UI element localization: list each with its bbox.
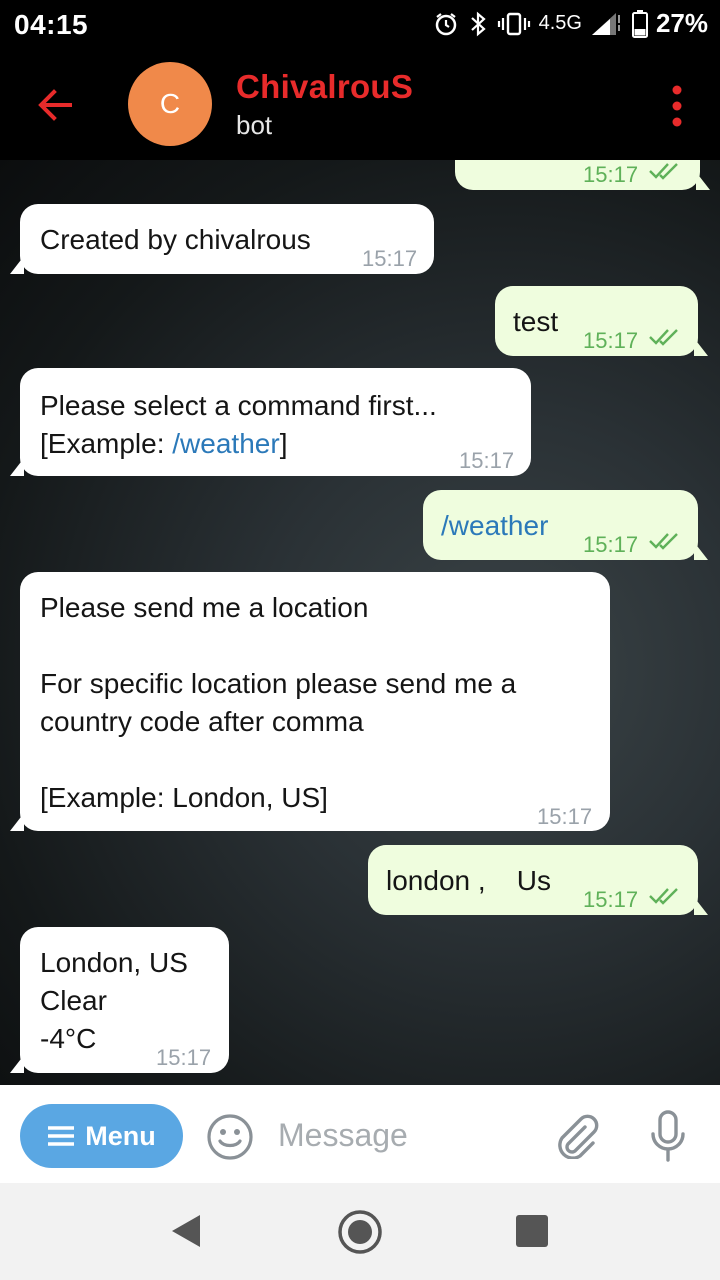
command-link[interactable]: /weather [172, 428, 279, 459]
message-time: 15:17 [537, 804, 593, 829]
message-text-line: London, US [40, 947, 188, 978]
message-text[interactable]: /weather [441, 507, 548, 545]
message-outgoing[interactable]: test 15:17 [495, 286, 708, 356]
battery-percent: 27% [655, 8, 708, 38]
message-time: 15:17 [583, 532, 639, 557]
nav-home-icon[interactable] [337, 1209, 383, 1255]
system-nav-bar [0, 1183, 720, 1280]
hamburger-icon [48, 1126, 75, 1146]
message-outgoing[interactable]: /about 15:17 [455, 160, 710, 190]
message-input-bar: Menu [0, 1085, 720, 1183]
message-text-line: [Example: London, US] [40, 782, 328, 813]
read-ticks-icon [649, 888, 678, 905]
message-incoming[interactable]: London, US Clear -4°C 15:17 [10, 927, 229, 1073]
nav-back-icon[interactable] [170, 1213, 202, 1249]
more-options-button[interactable] [670, 84, 684, 128]
message-text-line: country code after comma [40, 706, 364, 737]
message-input[interactable] [278, 1109, 538, 1161]
attach-button[interactable] [553, 1113, 599, 1160]
chat-title[interactable]: ChivalrouS [236, 68, 413, 106]
bot-menu-button[interactable]: Menu [20, 1104, 183, 1168]
message-text-part: ] [279, 428, 288, 459]
back-arrow-icon [38, 89, 72, 121]
message-time: 15:17 [156, 1045, 212, 1070]
voice-record-button[interactable] [648, 1109, 688, 1165]
message-text: Created by chivalrous [40, 224, 311, 255]
status-icons: 4.5G 27% [433, 8, 708, 39]
message-text-line: Please select a command first... [40, 390, 437, 421]
message-text-line: [Example: /weather] [40, 425, 287, 463]
message-text: london , Us [386, 865, 551, 896]
message-text-line: Please send me a location [40, 592, 369, 623]
vibrate-icon [497, 11, 531, 37]
status-bar: 04:15 4.5G 27% [0, 0, 720, 50]
signal-icon [590, 11, 624, 37]
bluetooth-icon [467, 11, 489, 37]
avatar[interactable]: C [128, 62, 212, 146]
chat-subtitle: bot [236, 110, 273, 140]
emoji-icon [207, 1114, 253, 1160]
message-time: 15:17 [583, 887, 639, 912]
alarm-icon [433, 11, 459, 37]
chat-messages[interactable]: /about 15:17 Created by chivalrous 15:17… [0, 160, 720, 1085]
message-text: test [513, 306, 559, 337]
nav-recents-icon[interactable] [516, 1215, 548, 1247]
message-time: 15:17 [583, 328, 639, 353]
microphone-icon [651, 1110, 685, 1162]
battery-icon [631, 9, 648, 38]
status-time: 04:15 [14, 9, 89, 40]
message-text-line: Clear [40, 985, 107, 1016]
message-incoming[interactable]: Please select a command first... [Exampl… [10, 368, 531, 476]
message-time: 15:17 [583, 162, 639, 187]
emoji-button[interactable] [206, 1113, 254, 1161]
message-outgoing[interactable]: london , Us 15:17 [368, 845, 708, 915]
read-ticks-icon [649, 329, 678, 346]
message-incoming[interactable]: Created by chivalrous 15:17 [10, 204, 434, 274]
menu-button-label: Menu [85, 1120, 156, 1151]
message-text-line: -4°C [40, 1023, 97, 1054]
message-time: 15:17 [459, 448, 515, 473]
paperclip-icon [558, 1114, 599, 1160]
message-outgoing[interactable]: /weather 15:17 [423, 490, 708, 560]
message-text-part: [Example: [40, 428, 173, 459]
read-ticks-icon [649, 533, 678, 550]
message-text-line: For specific location please send me a [40, 668, 517, 699]
read-ticks-icon [649, 163, 678, 180]
message-text: /about [483, 160, 564, 168]
message-incoming[interactable]: Please send me a location For specific l… [10, 572, 610, 831]
chat-header: C ChivalrouS bot [0, 50, 720, 160]
more-vertical-icon [672, 85, 682, 127]
network-type: 4.5G [538, 12, 582, 34]
back-button[interactable] [30, 80, 80, 130]
message-time: 15:17 [362, 246, 418, 271]
